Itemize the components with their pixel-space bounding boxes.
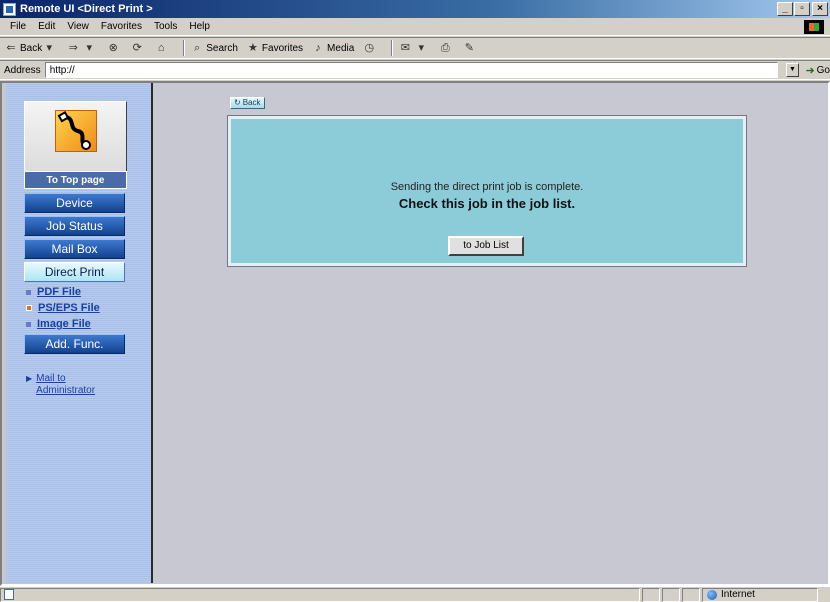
home-icon: ⌂ xyxy=(157,42,165,54)
print-button[interactable]: ⎙ xyxy=(438,41,454,55)
home-button[interactable]: ⌂ xyxy=(154,41,170,55)
sub-item-label: PDF File xyxy=(37,286,82,298)
back-button[interactable]: ↻ Back xyxy=(230,97,265,109)
security-zone: Internet xyxy=(702,587,818,602)
address-bar: Address http:// ▼ ➜ Go xyxy=(0,60,830,80)
go-button[interactable]: ➜ Go xyxy=(805,64,830,77)
minimize-button[interactable]: _ xyxy=(777,2,793,16)
back-icon: ↻ xyxy=(234,98,241,107)
windows-logo-icon xyxy=(804,20,824,34)
search-icon: ⌕ xyxy=(194,42,201,54)
instruction-message: Check this job in the job list. xyxy=(398,196,576,211)
bullet-icon xyxy=(26,321,31,327)
menu-help[interactable]: Help xyxy=(183,21,216,32)
back-toolbar-button[interactable]: ⇐ Back ▾ xyxy=(4,41,58,55)
status-cell xyxy=(662,587,680,602)
favorites-toolbar-button[interactable]: ★ Favorites xyxy=(246,41,303,55)
sub-item-image-file[interactable]: Image File xyxy=(26,318,91,330)
maximize-button[interactable]: ▫ xyxy=(794,2,810,16)
status-cell xyxy=(642,587,660,602)
favorites-toolbar-label: Favorites xyxy=(261,42,304,54)
chevron-down-icon: ▾ xyxy=(46,42,52,54)
toolbar-separator xyxy=(391,40,394,56)
top-page-label[interactable]: To Top page xyxy=(24,171,127,189)
browser-content: To Top page Device Job Status Mail Box D… xyxy=(0,81,830,586)
mail-admin-link[interactable]: ▶ Mail to Administrator xyxy=(26,373,116,397)
status-bar: Internet xyxy=(0,586,830,602)
toolbar: ⇐ Back ▾ ⇒ ▾ ⊗ ⟳ ⌂ ⌕ Search ★ Favorites … xyxy=(0,37,830,59)
refresh-icon: ⟳ xyxy=(132,42,142,54)
back-arrow-icon: ⇐ xyxy=(6,42,16,54)
to-job-list-button[interactable]: to Job List xyxy=(448,236,524,256)
top-page-logo-icon xyxy=(55,110,97,152)
chevron-down-icon: ▾ xyxy=(418,42,425,54)
sub-item-label: Image File xyxy=(37,318,91,330)
forward-toolbar-button[interactable]: ⇒ ▾ xyxy=(66,41,98,55)
stop-button[interactable]: ⊗ xyxy=(106,41,122,55)
history-button[interactable]: ◷ xyxy=(362,41,378,55)
window-controls: _ ▫ × xyxy=(776,2,828,16)
globe-icon xyxy=(707,589,717,600)
mail-button[interactable]: ✉ ▾ xyxy=(398,41,430,55)
history-icon: ◷ xyxy=(364,42,375,54)
nav-direct-print[interactable]: Direct Print xyxy=(24,262,125,282)
address-input[interactable]: http:// xyxy=(44,62,778,78)
toolbar-separator xyxy=(183,40,186,56)
media-toolbar-label: Media xyxy=(327,42,355,54)
printer-icon: ⎙ xyxy=(440,42,450,54)
status-message: Sending the direct print job is complete… xyxy=(390,181,584,193)
media-icon: ♪ xyxy=(315,42,321,54)
chevron-down-icon: ▾ xyxy=(86,42,92,54)
go-label: Go xyxy=(816,64,830,76)
menu-favorites[interactable]: Favorites xyxy=(95,21,148,32)
menu-tools[interactable]: Tools xyxy=(148,21,183,32)
selected-bullet-icon xyxy=(26,305,32,311)
go-arrow-icon: ➜ xyxy=(805,64,815,77)
ie-app-icon xyxy=(3,2,16,16)
back-toolbar-label: Back xyxy=(20,42,43,54)
window-title: Remote UI <Direct Print > xyxy=(20,3,153,15)
sub-item-pdf-file[interactable]: PDF File xyxy=(26,286,81,298)
title-bar: Remote UI <Direct Print > _ ▫ × xyxy=(0,0,830,18)
sub-item-label: PS/EPS File xyxy=(38,302,100,314)
address-label: Address xyxy=(4,64,41,76)
close-button[interactable]: × xyxy=(812,2,828,16)
menu-edit[interactable]: Edit xyxy=(32,21,61,32)
menu-file[interactable]: File xyxy=(4,21,32,32)
nav-job-status[interactable]: Job Status xyxy=(24,216,125,236)
back-label: Back xyxy=(242,98,261,107)
search-toolbar-button[interactable]: ⌕ Search xyxy=(190,41,238,55)
message-panel: Sending the direct print job is complete… xyxy=(227,115,747,267)
forward-arrow-icon: ⇒ xyxy=(68,42,78,54)
menu-bar: File Edit View Favorites Tools Help xyxy=(0,18,830,36)
refresh-button[interactable]: ⟳ xyxy=(130,41,146,55)
edit-icon: ✎ xyxy=(464,42,474,54)
menu-view[interactable]: View xyxy=(61,21,95,32)
stop-icon: ⊗ xyxy=(108,42,118,54)
sidebar: To Top page Device Job Status Mail Box D… xyxy=(6,83,153,583)
status-main xyxy=(0,587,640,602)
bullet-icon xyxy=(26,289,31,295)
zone-label: Internet xyxy=(721,589,755,600)
favorites-icon: ★ xyxy=(247,42,258,54)
edit-page-button[interactable]: ✎ xyxy=(462,41,478,55)
status-cell xyxy=(682,587,700,602)
sub-item-ps-eps-file[interactable]: PS/EPS File xyxy=(26,302,100,314)
address-dropdown-button[interactable]: ▼ xyxy=(785,63,800,77)
arrow-right-icon: ▶ xyxy=(26,374,33,383)
page-icon xyxy=(4,589,14,600)
search-toolbar-label: Search xyxy=(206,42,238,54)
media-toolbar-button[interactable]: ♪ Media xyxy=(311,41,354,55)
mail-admin-label: Mail to Administrator xyxy=(36,373,96,396)
nav-add-func[interactable]: Add. Func. xyxy=(24,334,125,354)
mail-icon: ✉ xyxy=(400,42,410,54)
nav-mail-box[interactable]: Mail Box xyxy=(24,239,125,259)
nav-device[interactable]: Device xyxy=(24,193,125,213)
